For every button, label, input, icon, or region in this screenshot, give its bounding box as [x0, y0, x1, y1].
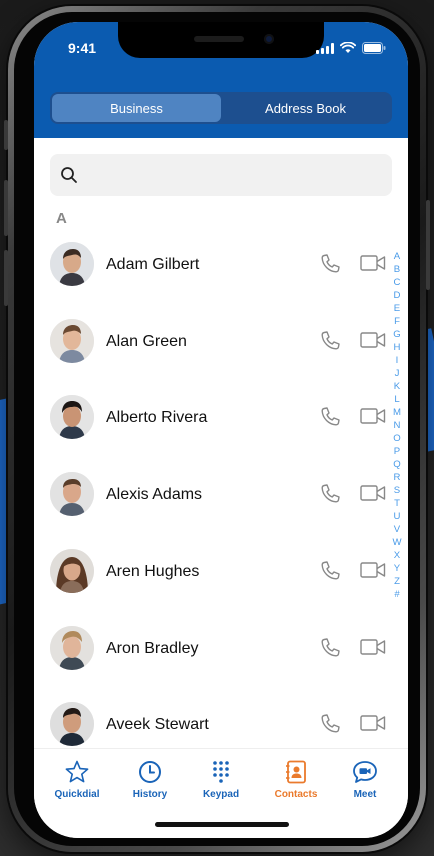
tab-label: Quickdial: [54, 789, 100, 800]
tab-address-book[interactable]: Address Book: [221, 94, 390, 122]
home-indicator: [155, 822, 289, 827]
avatar: [50, 319, 94, 363]
clock-icon: [139, 761, 161, 783]
phone-call-icon[interactable]: [318, 712, 342, 736]
contact-row[interactable]: Aron Bradley: [34, 612, 394, 688]
phone-call-icon[interactable]: [318, 559, 342, 583]
avatar: [50, 395, 94, 439]
video-call-icon[interactable]: [360, 560, 386, 580]
avatar: [50, 626, 94, 670]
tab-contacts[interactable]: Contacts: [261, 759, 331, 800]
tab-label: Keypad: [202, 789, 240, 800]
index-letter[interactable]: H: [394, 341, 401, 354]
volume-down-button: [4, 250, 8, 306]
index-letter[interactable]: W: [392, 536, 401, 549]
contacts-icon: [286, 760, 306, 784]
contact-row[interactable]: Alan Green: [34, 305, 394, 381]
wifi-icon: [340, 42, 356, 53]
index-letter[interactable]: L: [394, 393, 399, 406]
index-letter[interactable]: I: [396, 354, 399, 367]
keypad-icon: [213, 761, 229, 783]
video-call-icon[interactable]: [360, 330, 386, 350]
index-letter[interactable]: P: [394, 445, 400, 458]
index-letter[interactable]: X: [394, 549, 400, 562]
power-button: [426, 200, 430, 290]
index-letter[interactable]: M: [393, 406, 401, 419]
contact-name: Alexis Adams: [106, 486, 203, 503]
app-header: 9:41 Business Address Book: [34, 22, 408, 138]
index-letter[interactable]: K: [394, 380, 400, 393]
video-call-icon[interactable]: [360, 713, 386, 733]
tab-quickdial[interactable]: Quickdial: [42, 759, 112, 800]
search-icon: [61, 167, 77, 183]
front-camera: [264, 34, 274, 44]
phone-screen: 9:41 Business Address Book A Adam Gilber…: [34, 22, 408, 838]
avatar: [50, 702, 94, 746]
phone-call-icon[interactable]: [318, 329, 342, 353]
video-call-icon[interactable]: [360, 406, 386, 426]
battery-icon: [362, 42, 386, 54]
alphabet-index[interactable]: A B C D E F G H I J K L M N O P Q R S T …: [390, 250, 404, 601]
search-bar[interactable]: [50, 154, 392, 196]
index-letter[interactable]: Z: [394, 575, 400, 588]
status-icons: [316, 42, 386, 54]
index-letter[interactable]: A: [394, 250, 400, 263]
index-letter[interactable]: G: [393, 328, 400, 341]
index-letter[interactable]: N: [394, 419, 401, 432]
section-header-letter: A: [56, 210, 67, 227]
tab-label: Contacts: [274, 789, 318, 800]
directory-segmented-control: Business Address Book: [50, 92, 392, 124]
phone-call-icon[interactable]: [318, 252, 342, 276]
speaker: [194, 36, 244, 42]
notch: [118, 22, 324, 58]
contact-name: Adam Gilbert: [106, 256, 200, 273]
index-letter[interactable]: C: [394, 276, 401, 289]
avatar: [50, 549, 94, 593]
tab-history[interactable]: History: [115, 759, 185, 800]
index-letter[interactable]: F: [394, 315, 400, 328]
phone-call-icon[interactable]: [318, 405, 342, 429]
index-letter[interactable]: U: [394, 510, 401, 523]
index-letter[interactable]: T: [394, 497, 400, 510]
index-letter[interactable]: S: [394, 484, 400, 497]
video-call-icon[interactable]: [360, 483, 386, 503]
video-call-icon[interactable]: [360, 253, 386, 273]
contact-name: Alberto Rivera: [106, 409, 208, 426]
volume-up-button: [4, 180, 8, 236]
contact-name: Alan Green: [106, 333, 187, 350]
index-letter[interactable]: #: [394, 588, 399, 601]
avatar: [50, 472, 94, 516]
meet-icon: [353, 761, 377, 783]
contact-name: Aren Hughes: [106, 563, 200, 580]
phone-call-icon[interactable]: [318, 636, 342, 660]
phone-call-icon[interactable]: [318, 482, 342, 506]
search-input[interactable]: [86, 167, 366, 183]
star-icon: [65, 760, 89, 783]
index-letter[interactable]: R: [394, 471, 401, 484]
signal-icon: [316, 43, 334, 54]
contact-row[interactable]: Adam Gilbert: [34, 228, 394, 304]
index-letter[interactable]: Q: [393, 458, 400, 471]
index-letter[interactable]: Y: [394, 562, 400, 575]
contact-row[interactable]: Aren Hughes: [34, 535, 394, 611]
mute-switch: [4, 120, 8, 150]
contact-name: Aron Bradley: [106, 640, 199, 657]
tab-label: Meet: [353, 789, 377, 800]
index-letter[interactable]: O: [393, 432, 400, 445]
contact-row[interactable]: Alexis Adams: [34, 458, 394, 534]
index-letter[interactable]: J: [395, 367, 400, 380]
video-call-icon[interactable]: [360, 637, 386, 657]
tab-keypad[interactable]: Keypad: [186, 759, 256, 800]
tab-business[interactable]: Business: [52, 94, 221, 122]
tab-meet[interactable]: Meet: [330, 759, 400, 800]
index-letter[interactable]: V: [394, 523, 400, 536]
tab-label: History: [132, 789, 168, 800]
index-letter[interactable]: E: [394, 302, 400, 315]
status-time: 9:41: [68, 40, 97, 56]
avatar: [50, 242, 94, 286]
index-letter[interactable]: B: [394, 263, 400, 276]
contact-row[interactable]: Alberto Rivera: [34, 381, 394, 457]
index-letter[interactable]: D: [394, 289, 401, 302]
contact-name: Aveek Stewart: [106, 716, 209, 733]
